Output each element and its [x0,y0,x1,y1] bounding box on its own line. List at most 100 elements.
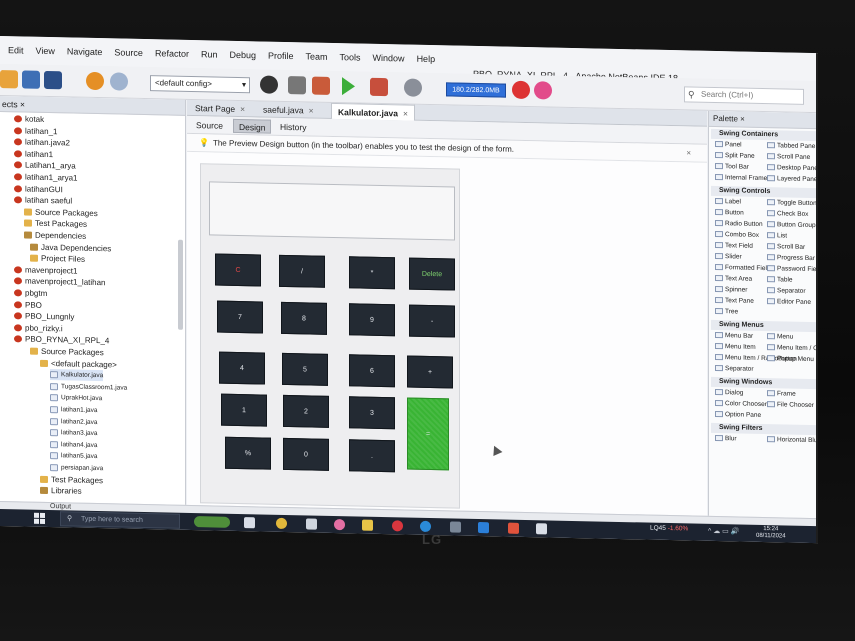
menu-profile[interactable]: Profile [268,51,294,62]
close-icon[interactable]: × [240,104,245,114]
palette-item[interactable]: Dialog [715,388,743,399]
tree-item[interactable]: latihan1_arya1 [14,171,77,183]
palette-item[interactable]: Tabbed Pane [767,141,815,152]
dot-button[interactable]: . [349,439,395,473]
tree-item[interactable]: persiapan.java [50,462,103,474]
palette-item[interactable]: Menu [767,332,793,343]
tree-item[interactable]: Latihan1_arya [14,160,76,172]
four-button[interactable]: 4 [219,351,265,385]
palette-item[interactable]: Scroll Bar [767,242,805,253]
tree-item[interactable]: latihan2.java [50,416,98,428]
mail-icon[interactable] [306,518,317,530]
memory-indicator[interactable]: 180.2/282.0MB [446,82,506,98]
clock[interactable]: 15:24 08/11/2024 [756,526,786,541]
tree-item[interactable]: Dependencies [24,230,86,242]
percent-button[interactable]: % [225,436,271,470]
tree-item[interactable]: Test Packages [24,218,87,230]
tree-item[interactable]: latihan1 [14,148,53,160]
palette-item[interactable]: Slider [715,252,742,263]
profile-icon[interactable] [404,78,422,97]
tree-item[interactable]: Project Files [30,253,85,265]
task-view-icon[interactable] [244,517,255,529]
tree-item[interactable]: latihan3.java [50,427,98,439]
zero-button[interactable]: 0 [283,437,329,471]
tab-history[interactable]: History [275,120,311,135]
tab-saeful-java[interactable]: saeful.java × [257,101,320,118]
tree-item[interactable]: Java Dependencies [30,241,111,254]
tab-design[interactable]: Design [233,118,272,134]
menu-source[interactable]: Source [114,47,143,58]
palette-item[interactable]: Option Pane [715,410,761,421]
palette-item[interactable]: Layered Pane [767,174,817,185]
undo-icon[interactable] [86,71,104,91]
palette-item[interactable]: Tree [715,307,738,317]
design-canvas[interactable]: C / * Delete 7 8 9 - 4 5 6 + 1 2 3 = % 0… [187,151,707,516]
eight-button[interactable]: 8 [281,301,327,335]
tree-item[interactable]: Kalkulator.java [50,369,104,382]
tree-item[interactable]: latihan_1 [14,125,57,137]
palette-item[interactable]: Menu Item [715,342,756,353]
menu-refactor[interactable]: Refactor [155,48,189,59]
clear-button[interactable]: C [215,253,261,287]
close-icon[interactable]: × [740,115,745,124]
netbeans-icon[interactable] [536,523,547,535]
multiply-button[interactable]: * [349,256,395,290]
close-icon[interactable]: × [686,144,691,162]
palette-item[interactable]: Blur [715,434,737,444]
equals-button[interactable]: = [407,397,449,471]
palette-item[interactable]: Menu Bar [715,331,753,342]
palette-item[interactable]: Menu Item / CheckBox [767,343,818,355]
media-icon[interactable] [392,520,403,532]
tree-item[interactable]: latihan.java2 [14,136,70,148]
menu-view[interactable]: View [36,46,55,56]
tree-item[interactable]: kotak [14,113,44,125]
file-explorer-icon[interactable] [362,519,373,531]
nine-button[interactable]: 9 [349,303,395,337]
profiler-snapshot-icon[interactable] [534,81,552,100]
gc-icon[interactable] [512,80,530,100]
new-file-icon[interactable] [0,70,18,89]
clean-build-icon[interactable] [312,76,330,95]
palette-item[interactable]: Button Group [767,220,816,231]
tree-item[interactable]: pbo_rizky.i [14,322,63,334]
tree-item[interactable]: mavenproject1 [14,264,77,276]
palette-item[interactable]: Frame [767,389,796,400]
tree-item[interactable]: latihanGUI [14,183,63,195]
tree-item[interactable]: latihan saeful [14,194,72,206]
palette-item[interactable]: Progress Bar [767,253,815,264]
palette-item[interactable]: Scroll Pane [767,152,810,163]
palette-item[interactable]: Text Pane [715,296,754,307]
palette-item[interactable]: Desktop Pane [767,163,818,174]
palette-item[interactable]: Panel [715,140,742,151]
config-select[interactable]: <default config> ▾ [150,75,250,94]
five-button[interactable]: 5 [282,352,328,386]
palette-item[interactable]: Internal Frame [715,173,767,184]
calculator-form[interactable]: C / * Delete 7 8 9 - 4 5 6 + 1 2 3 = % 0… [200,163,460,509]
palette-item[interactable]: Table [767,275,793,286]
palette-item[interactable]: Button [715,208,744,219]
delete-button[interactable]: Delete [409,257,455,291]
vscode-icon[interactable] [478,522,489,534]
palette-item[interactable]: Color Chooser [715,399,767,410]
plus-button[interactable]: + [407,355,453,389]
close-icon[interactable]: × [403,108,408,118]
projects-scrollbar[interactable] [178,239,183,330]
search-input[interactable]: ⚲ Search (Ctrl+I) [684,86,804,105]
three-button[interactable]: 3 [349,396,395,430]
save-all-icon[interactable] [44,70,62,90]
tree-item[interactable]: PBO_Lungnly [14,310,74,322]
tree-item[interactable]: TugasClassroom1.java [50,381,127,394]
palette-item[interactable]: Spinner [715,285,747,296]
system-tray[interactable]: ^ ☁ ▭ 🔊 [708,527,739,536]
palette-item[interactable]: Split Pane [715,151,755,162]
palette-item[interactable]: Popup Menu [767,354,814,365]
run-icon[interactable] [342,77,355,96]
windows-start-icon[interactable] [34,512,46,524]
tree-item[interactable]: Source Packages [30,346,104,359]
tab-start-page[interactable]: Start Page × [189,100,251,117]
menu-navigate[interactable]: Navigate [67,46,103,57]
close-icon[interactable]: × [309,105,314,115]
tree-item[interactable]: latihan4.java [50,439,98,451]
stock-ticker[interactable]: LQ45 -1.60% [650,525,688,533]
palette-item[interactable]: Text Area [715,274,752,285]
